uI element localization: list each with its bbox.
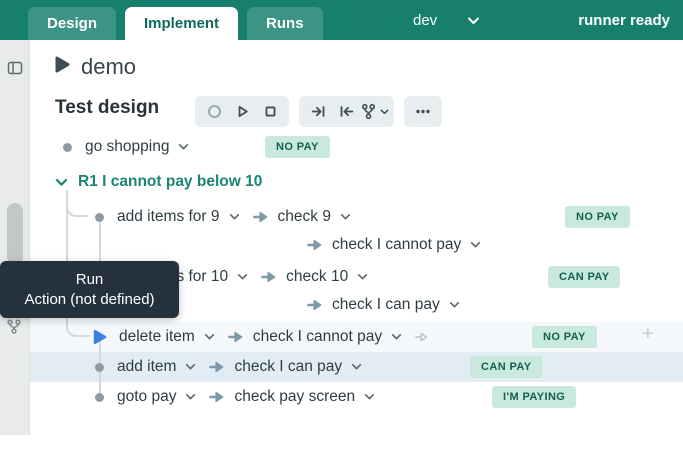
then-arrow-icon	[307, 239, 322, 251]
left-sidebar	[0, 40, 30, 435]
tab-implement[interactable]: Implement	[125, 7, 238, 40]
then-arrow-icon	[209, 391, 224, 403]
fork-icon[interactable]	[6, 319, 22, 339]
chevron-down-icon[interactable]	[204, 333, 215, 341]
skip-to-start-icon[interactable]	[332, 96, 360, 127]
then-arrow-icon	[307, 299, 322, 311]
chevron-down-icon	[467, 12, 480, 29]
tree-row[interactable]: check I cannot pay	[30, 230, 683, 260]
check-label[interactable]: check 10	[286, 268, 348, 286]
collapse-panel-icon[interactable]	[7, 60, 23, 76]
chevron-down-icon[interactable]	[340, 213, 351, 221]
section-title: Test design	[55, 97, 159, 119]
page-title: demo	[81, 54, 136, 80]
environment-selector[interactable]: dev	[413, 0, 480, 40]
check-label[interactable]: check pay screen	[234, 388, 355, 406]
environment-label: dev	[413, 12, 437, 29]
then-arrow-icon	[209, 361, 224, 373]
step-bullet	[63, 143, 72, 152]
tree-row[interactable]: go shopping NO PAY	[30, 132, 683, 162]
collapse-chevron-icon[interactable]	[55, 178, 68, 187]
chevron-down-icon[interactable]	[449, 301, 460, 309]
skip-to-end-icon[interactable]	[304, 96, 332, 127]
check-label[interactable]: check I cannot pay	[253, 328, 382, 346]
runner-status: runner ready	[578, 0, 670, 40]
chevron-down-icon[interactable]	[351, 363, 362, 371]
tab-design[interactable]: Design	[28, 7, 116, 40]
state-badge[interactable]: NO PAY	[565, 206, 630, 228]
run-tooltip: Run Action (not defined)	[0, 261, 179, 318]
add-step-button[interactable]: +	[642, 323, 654, 346]
run-step-button[interactable]	[92, 329, 107, 345]
step-controls-group	[299, 96, 394, 127]
step-label[interactable]: go shopping	[85, 138, 169, 156]
state-badge[interactable]: CAN PAY	[470, 356, 542, 378]
tree-row-selected[interactable]: add item check I can pay CAN PAY	[30, 352, 683, 382]
chevron-down-icon[interactable]	[178, 143, 189, 151]
main-panel: demo Test design	[30, 40, 683, 435]
step-label[interactable]: add items for 9	[117, 208, 220, 226]
then-arrow-icon	[253, 211, 268, 223]
chevron-down-icon[interactable]	[229, 213, 240, 221]
chevron-down-icon[interactable]	[185, 363, 196, 371]
tree-row-hovered[interactable]: delete item check I cannot pay NO PAY +	[30, 322, 683, 352]
tab-bar: Design Implement Runs	[28, 7, 323, 40]
tooltip-subtitle: Action (not defined)	[24, 291, 154, 308]
tree-row[interactable]: add items for 9 check 9 NO PAY	[30, 202, 683, 232]
step-label[interactable]: delete item	[119, 328, 195, 346]
chevron-down-icon[interactable]	[185, 393, 196, 401]
state-badge[interactable]: NO PAY	[265, 136, 330, 158]
play-icon	[54, 55, 70, 79]
scrollbar-thumb[interactable]	[7, 203, 23, 265]
state-badge[interactable]: I'M PAYING	[492, 386, 576, 408]
step-bullet	[95, 393, 104, 402]
record-icon[interactable]	[200, 96, 228, 127]
top-bar: Design Implement Runs dev runner ready	[0, 0, 683, 40]
state-badge[interactable]: CAN PAY	[548, 266, 620, 288]
check-label[interactable]: check I can pay	[332, 296, 440, 314]
tooltip-title: Run	[76, 271, 104, 288]
fork-dropdown-icon[interactable]	[360, 96, 389, 127]
model-title-row: demo	[54, 54, 136, 80]
group-label[interactable]: R1 I cannot pay below 10	[78, 173, 262, 191]
more-group	[404, 96, 442, 127]
then-arrow-icon	[228, 331, 243, 343]
step-bullet	[95, 363, 104, 372]
stop-icon[interactable]	[256, 96, 284, 127]
chevron-down-icon[interactable]	[237, 273, 248, 281]
more-icon[interactable]	[409, 96, 437, 127]
check-label[interactable]: check 9	[278, 208, 331, 226]
chevron-down-icon[interactable]	[391, 333, 402, 341]
chevron-down-icon[interactable]	[357, 273, 368, 281]
step-bullet	[95, 213, 104, 222]
tab-runs[interactable]: Runs	[247, 7, 323, 40]
chevron-down-icon[interactable]	[364, 393, 375, 401]
then-arrow-icon	[261, 271, 276, 283]
tree-row[interactable]: goto pay check pay screen I'M PAYING	[30, 382, 683, 412]
chevron-down-icon[interactable]	[470, 241, 481, 249]
check-label[interactable]: check I cannot pay	[332, 236, 461, 254]
add-check-arrow-icon[interactable]	[414, 331, 429, 343]
run-controls-group	[195, 96, 289, 127]
state-badge[interactable]: NO PAY	[532, 326, 597, 348]
tree-group-row[interactable]: R1 I cannot pay below 10	[30, 167, 683, 197]
check-label[interactable]: check I can pay	[234, 358, 342, 376]
step-label[interactable]: add item	[117, 358, 176, 376]
play-icon[interactable]	[228, 96, 256, 127]
step-label[interactable]: goto pay	[117, 388, 176, 406]
